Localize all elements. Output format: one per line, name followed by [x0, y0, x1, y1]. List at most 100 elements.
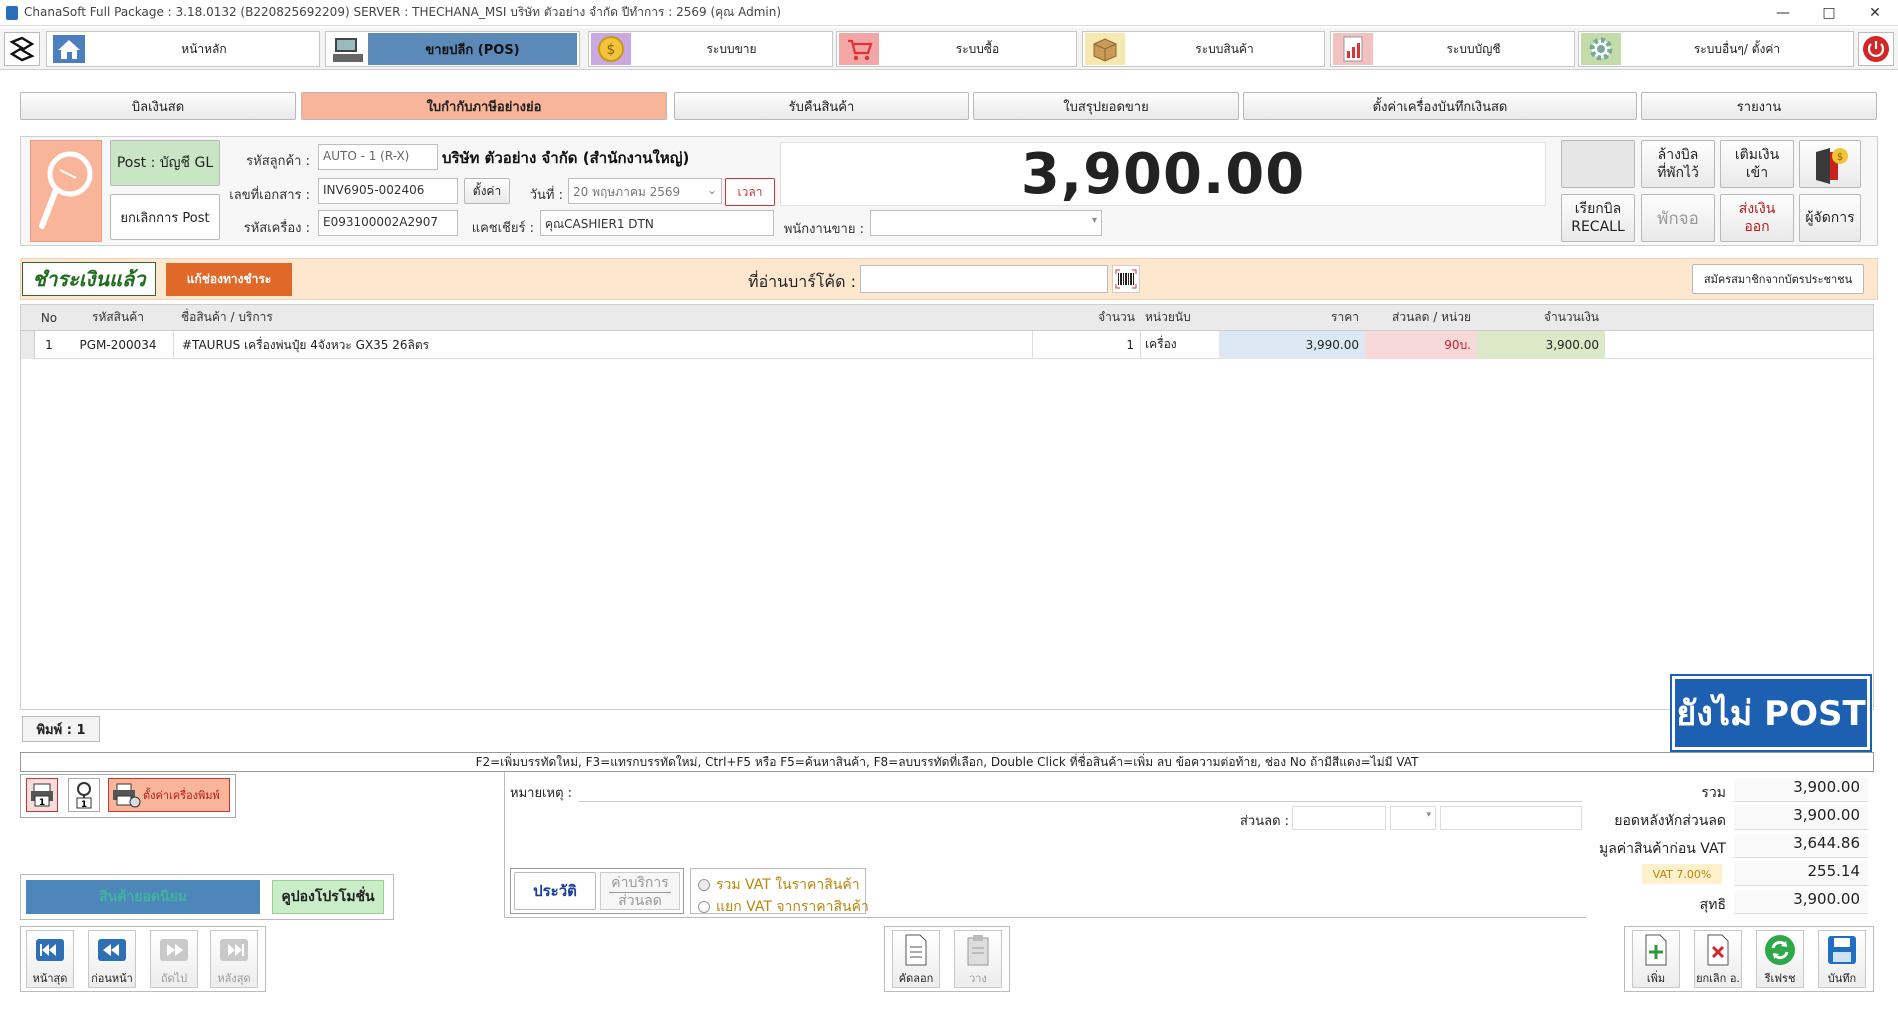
save-icon	[1819, 931, 1865, 969]
date-picker[interactable]: 20 พฤษภาคม 2569 ⌄	[568, 178, 722, 204]
menu-purchase-label: ระบบซื้อ	[955, 41, 1000, 56]
power-button[interactable]	[1858, 32, 1894, 66]
items-table: No รหัสสินค้า ชื่อสินค้า / บริการ จำนวน …	[20, 304, 1874, 710]
cell-code: PGM-200034	[79, 337, 157, 352]
print-count: พิมพ์ : 1	[22, 716, 100, 742]
first-record-button[interactable]: หน้าสุด	[26, 930, 74, 988]
col-header-unit: หน่วยนับ	[1145, 310, 1191, 324]
report-icon	[1333, 33, 1373, 65]
preview-button[interactable]: 1	[68, 778, 100, 812]
maximize-button[interactable]: □	[1806, 0, 1852, 26]
customer-code-field[interactable]: AUTO - 1 (R-X)	[318, 144, 438, 170]
cancel-document-icon	[1695, 931, 1741, 969]
service-discount-button[interactable]: ค่าบริการ ส่วนลด	[600, 872, 680, 910]
power-icon	[1863, 36, 1889, 62]
printer-settings-button[interactable]: ตั้งค่าเครื่องพิมพ์	[108, 778, 230, 812]
refresh-button[interactable]: รีเฟรช	[1756, 930, 1804, 988]
document-settings-button[interactable]: ตั้งค่า	[464, 178, 510, 204]
discount-input[interactable]	[1292, 806, 1386, 830]
previous-record-button[interactable]: ก่อนหน้า	[88, 930, 136, 988]
date-label: วันที่ :	[529, 188, 563, 203]
menu-pos[interactable]: ขายปลีก (POS)	[325, 31, 580, 67]
search-document-button[interactable]	[30, 140, 102, 242]
last-record-button[interactable]: หลังสุด	[210, 930, 258, 988]
minimize-button[interactable]: —	[1760, 0, 1806, 26]
vat-included-radio[interactable]: รวม VAT ในราคาสินค้า	[698, 874, 860, 896]
close-button[interactable]: ✕	[1852, 0, 1898, 26]
menu-inventory[interactable]: ระบบสินค้า	[1082, 31, 1325, 67]
menu-purchase[interactable]: ระบบซื้อ	[836, 31, 1077, 67]
note-label: หมายเหตุ :	[510, 786, 573, 801]
add-button[interactable]: เพิ่ม	[1632, 930, 1680, 988]
not-posted-text: ยังไม่ POST	[1676, 694, 1866, 734]
tab-cash-register-settings[interactable]: ตั้งค่าเครื่องบันทึกเงินสด	[1243, 92, 1637, 120]
refresh-label: รีเฟรช	[1764, 972, 1796, 985]
cancel-document-button[interactable]: ยกเลิก อ.	[1694, 930, 1742, 988]
barcode-input[interactable]	[860, 265, 1108, 293]
exit-pos-button[interactable]: $	[1799, 140, 1861, 188]
menu-sales[interactable]: $ ระบบขาย	[588, 31, 833, 67]
cell-discount[interactable]: 90บ.	[1365, 330, 1477, 359]
menu-accounting[interactable]: ระบบบัญชี	[1330, 31, 1575, 67]
chevron-down-icon: ▾	[1091, 215, 1097, 226]
cell-qty[interactable]: 1	[1033, 330, 1141, 359]
tab-report[interactable]: รายงาน	[1641, 92, 1877, 120]
menu-accounting-label: ระบบบัญชี	[1446, 41, 1501, 56]
popular-items-button[interactable]: สินค้ายอดนิยม	[26, 880, 260, 914]
print-button[interactable]: 1	[26, 778, 58, 812]
magnifier-icon	[39, 151, 93, 229]
cell-no: 1	[45, 337, 53, 352]
vat-excluded-radio[interactable]: แยก VAT จากราคาสินค้า	[698, 896, 869, 918]
menu-home[interactable]: หน้าหลัก	[46, 31, 320, 67]
vat-included-label: รวม VAT ในราคาสินค้า	[716, 877, 860, 893]
table-header: No รหัสสินค้า ชื่อสินค้า / บริการ จำนวน …	[21, 305, 1873, 331]
vat-excluded-label: แยก VAT จากราคาสินค้า	[716, 899, 869, 915]
coupon-button[interactable]: คูปองโปรโมชั่น	[272, 880, 384, 914]
table-row[interactable]: 1 PGM-200034 #TAURUS เครื่องพ่นปุ๋ย 4จัง…	[21, 330, 1873, 359]
cash-out-button[interactable]: ส่งเงิน ออก	[1720, 194, 1794, 242]
copy-label: คัดลอก	[898, 972, 934, 985]
salesperson-dropdown[interactable]: ▾	[870, 210, 1102, 236]
next-record-button[interactable]: ถัดไป	[150, 930, 198, 988]
tab-cash-bill[interactable]: บิลเงินสด	[20, 92, 296, 120]
time-button[interactable]: เวลา	[725, 178, 775, 206]
copy-button[interactable]: คัดลอก	[892, 930, 940, 988]
discount-label: ส่วนลด :	[1240, 814, 1290, 829]
fix-payment-button[interactable]: แก้ช่องทางชำระ	[166, 263, 292, 296]
recall-button[interactable]: เรียกบิล RECALL	[1561, 194, 1635, 242]
save-button[interactable]: บันทึก	[1818, 930, 1866, 988]
cashier-field[interactable]: คุณCASHIER1 DTN	[540, 210, 774, 236]
discount-type-select[interactable]: ▾	[1390, 806, 1436, 830]
svg-text:1: 1	[81, 800, 87, 809]
save-label: บันทึก	[1827, 972, 1857, 985]
menu-settings[interactable]: ระบบอื่นๆ/ ตั้งค่า	[1578, 31, 1854, 67]
document-no-field[interactable]: INV6905-002406	[318, 178, 458, 204]
cancel-post-button[interactable]: ยกเลิกการ Post	[110, 194, 220, 240]
blank-button[interactable]	[1561, 140, 1635, 188]
tab-sales-summary[interactable]: ใบสรุปยอดขาย	[973, 92, 1239, 120]
vat-rate-badge: VAT 7.00%	[1642, 864, 1722, 884]
summary-total-value: 3,900.00	[1734, 778, 1868, 802]
post-gl-button[interactable]: Post : บัญชี GL	[110, 140, 220, 186]
barcode-scan-button[interactable]	[1112, 265, 1140, 293]
col-header-no: No	[40, 310, 58, 325]
cell-price[interactable]: 3,990.00	[1219, 330, 1365, 359]
note-input[interactable]	[578, 778, 1582, 802]
machine-code-field[interactable]: E093100002A2907	[318, 210, 458, 236]
paste-button[interactable]: วาง	[954, 930, 1002, 988]
cash-in-button[interactable]: เติมเงิน เข้า	[1720, 140, 1794, 188]
clear-held-bills-button[interactable]: ล้างบิล ที่พักไว้	[1641, 140, 1715, 188]
svg-text:$: $	[1837, 152, 1843, 163]
barcode-icon	[1115, 269, 1137, 289]
chevron-down-icon: ⌄	[706, 183, 717, 197]
manager-button[interactable]: ผู้จัดการ	[1799, 194, 1861, 242]
tab-abbreviated-tax-invoice[interactable]: ใบกำกับภาษีอย่างย่อ	[301, 92, 667, 120]
previous-label: ก่อนหน้า	[91, 972, 133, 985]
tab-return-goods[interactable]: รับคืนสินค้า	[674, 92, 969, 120]
member-signup-button[interactable]: สมัครสมาชิกจากบัตรประชาชน	[1692, 264, 1864, 294]
add-label: เพิ่ม	[1646, 972, 1666, 985]
hold-screen-button[interactable]: พักจอ	[1641, 194, 1715, 242]
cell-name[interactable]: #TAURUS เครื่องพ่นปุ๋ย 4จังหวะ GX35 26ลิ…	[173, 330, 1033, 359]
history-button[interactable]: ประวัติ	[514, 872, 596, 910]
cell-amount: 3,900.00	[1477, 330, 1605, 359]
